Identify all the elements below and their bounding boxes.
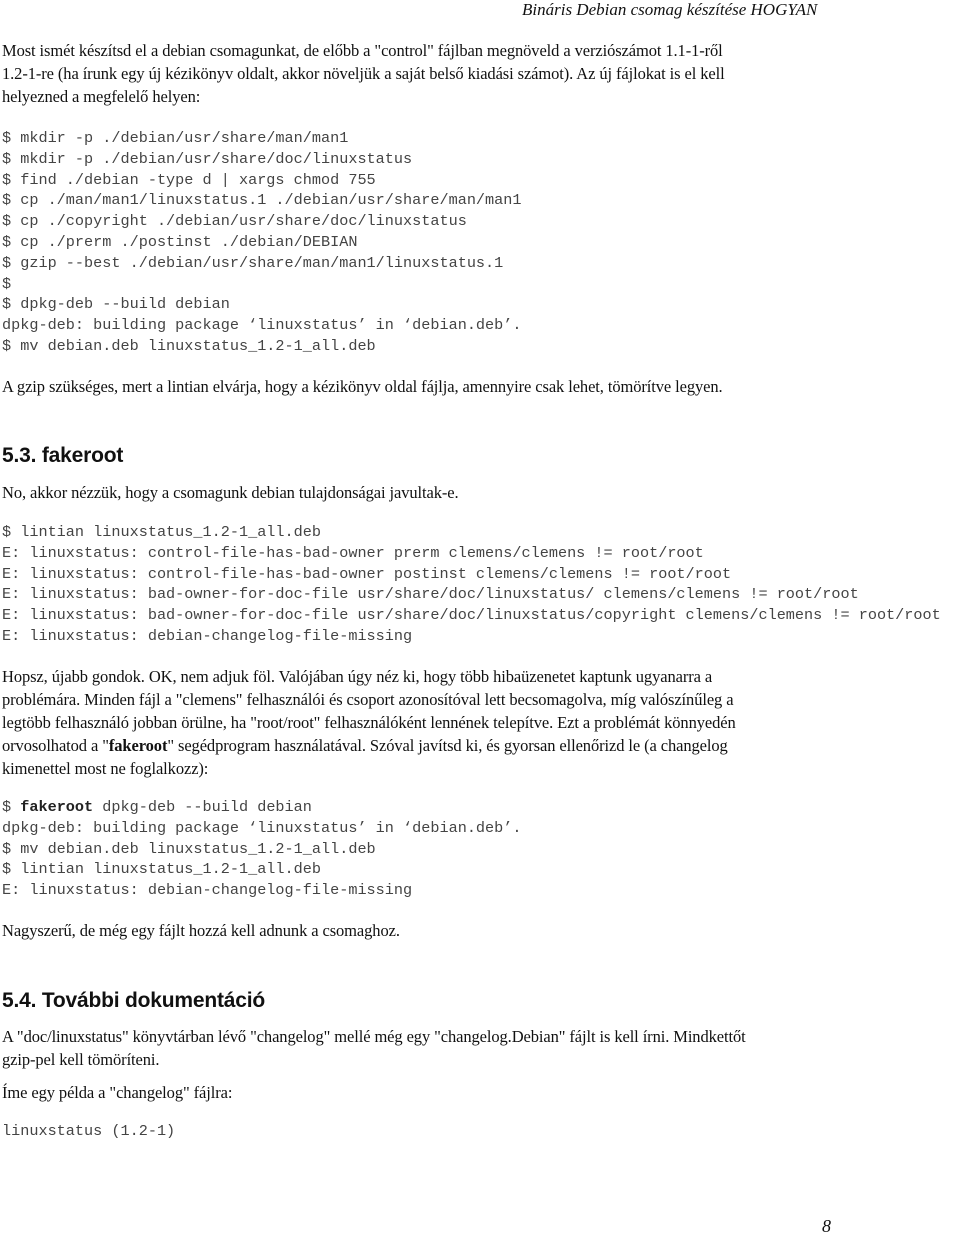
great-note: Nagyszerű, de még egy fájlt hozzá kell a…	[2, 921, 400, 940]
code-line: $ lintian linuxstatus_1.2-1_all.deb	[2, 860, 321, 879]
code-line: dpkg-deb: building package ‘linuxstatus’…	[2, 818, 522, 837]
section-heading-docs: 5.4. További dokumentáció	[2, 989, 265, 1012]
section-intro: No, akkor nézzük, hogy a csomagunk debia…	[2, 483, 459, 502]
code-line: $ gzip --best ./debian/usr/share/man/man…	[2, 253, 504, 272]
paragraph-line: A "doc/linuxstatus" könyvtárban lévő "ch…	[2, 1027, 746, 1046]
code-line: E: linuxstatus: control-file-has-bad-own…	[2, 543, 704, 562]
paragraph-line: Hopsz, újabb gondok. OK, nem adjuk föl. …	[2, 667, 713, 686]
code-line: $ fakeroot dpkg-deb --build debian	[2, 798, 312, 816]
intro-paragraph: Most ismét készítsd el a debian csomagun…	[2, 39, 725, 108]
paragraph-line: orvosolhatod a "fakeroot" segédprogram h…	[2, 734, 736, 757]
example-intro: Íme egy példa a "changelog" fájlra:	[2, 1083, 233, 1102]
section-heading-fakeroot: 5.3. fakeroot	[2, 444, 124, 467]
command-rest: dpkg-deb --build debian	[93, 798, 312, 816]
fakeroot-command: fakeroot	[20, 798, 94, 816]
code-line: E: linuxstatus: control-file-has-bad-own…	[2, 564, 732, 583]
code-block-build: $ mkdir -p ./debian/usr/share/man/man1 $…	[2, 128, 522, 357]
paragraph-line: legtöbb felhasználó jobban örülne, ha "r…	[2, 713, 736, 732]
intro-line: 1.2-1-re (ha írunk egy új kézikönyv olda…	[2, 64, 725, 83]
code-line: linuxstatus (1.2-1)	[2, 1122, 176, 1140]
page-number: 8	[822, 1216, 831, 1236]
paragraph-line: problémára. Minden fájl a "clemens" felh…	[2, 690, 734, 709]
code-line: E: linuxstatus: bad-owner-for-doc-file u…	[2, 606, 941, 625]
text-span: " segédprogram használatával. Szóval jav…	[167, 736, 728, 755]
intro-line: Most ismét készítsd el a debian csomagun…	[2, 41, 723, 60]
code-line: E: linuxstatus: bad-owner-for-doc-file u…	[2, 585, 859, 604]
intro-line: helyezned a megfelelő helyen:	[2, 87, 201, 106]
code-line: $ mv debian.deb linuxstatus_1.2-1_all.de…	[2, 336, 376, 355]
gzip-note: A gzip szükséges, mert a lintian elvárja…	[2, 377, 723, 396]
code-block-lintian: $ lintian linuxstatus_1.2-1_all.deb E: l…	[2, 522, 941, 647]
code-block-changelog: linuxstatus (1.2-1)	[2, 1121, 175, 1142]
prompt: $	[2, 798, 21, 816]
code-line: $ mv debian.deb linuxstatus_1.2-1_all.de…	[2, 839, 376, 858]
paragraph-line: gzip-pel kell tömöríteni.	[2, 1050, 160, 1069]
code-line: $ cp ./man/man1/linuxstatus.1 ./debian/u…	[2, 191, 522, 210]
code-line: E: linuxstatus: debian-changelog-file-mi…	[2, 626, 413, 645]
code-line: $ mkdir -p ./debian/usr/share/man/man1	[2, 129, 349, 147]
code-line: $ lintian linuxstatus_1.2-1_all.deb	[2, 523, 321, 541]
fakeroot-explanation: Hopsz, újabb gondok. OK, nem adjuk föl. …	[2, 665, 736, 780]
code-line: $ cp ./prerm ./postinst ./debian/DEBIAN	[2, 232, 358, 251]
code-line: $	[2, 274, 12, 293]
code-line: E: linuxstatus: debian-changelog-file-mi…	[2, 881, 413, 900]
text-span: orvosolhatod a "	[2, 736, 109, 755]
code-line: $ cp ./copyright ./debian/usr/share/doc/…	[2, 212, 467, 231]
code-line: $ find ./debian -type d | xargs chmod 75…	[2, 170, 376, 189]
code-line: dpkg-deb: building package ‘linuxstatus’…	[2, 316, 522, 335]
paragraph-line: kimenettel most ne foglalkozz):	[2, 759, 209, 778]
document-title: Bináris Debian csomag készítése HOGYAN	[522, 0, 818, 19]
code-block-fakeroot: $ fakeroot dpkg-deb --build debian dpkg-…	[2, 797, 522, 901]
fakeroot-term: fakeroot	[108, 736, 168, 755]
code-line: $ mkdir -p ./debian/usr/share/doc/linuxs…	[2, 149, 413, 168]
code-line: $ dpkg-deb --build debian	[2, 295, 230, 314]
docs-paragraph: A "doc/linuxstatus" könyvtárban lévő "ch…	[2, 1025, 746, 1071]
